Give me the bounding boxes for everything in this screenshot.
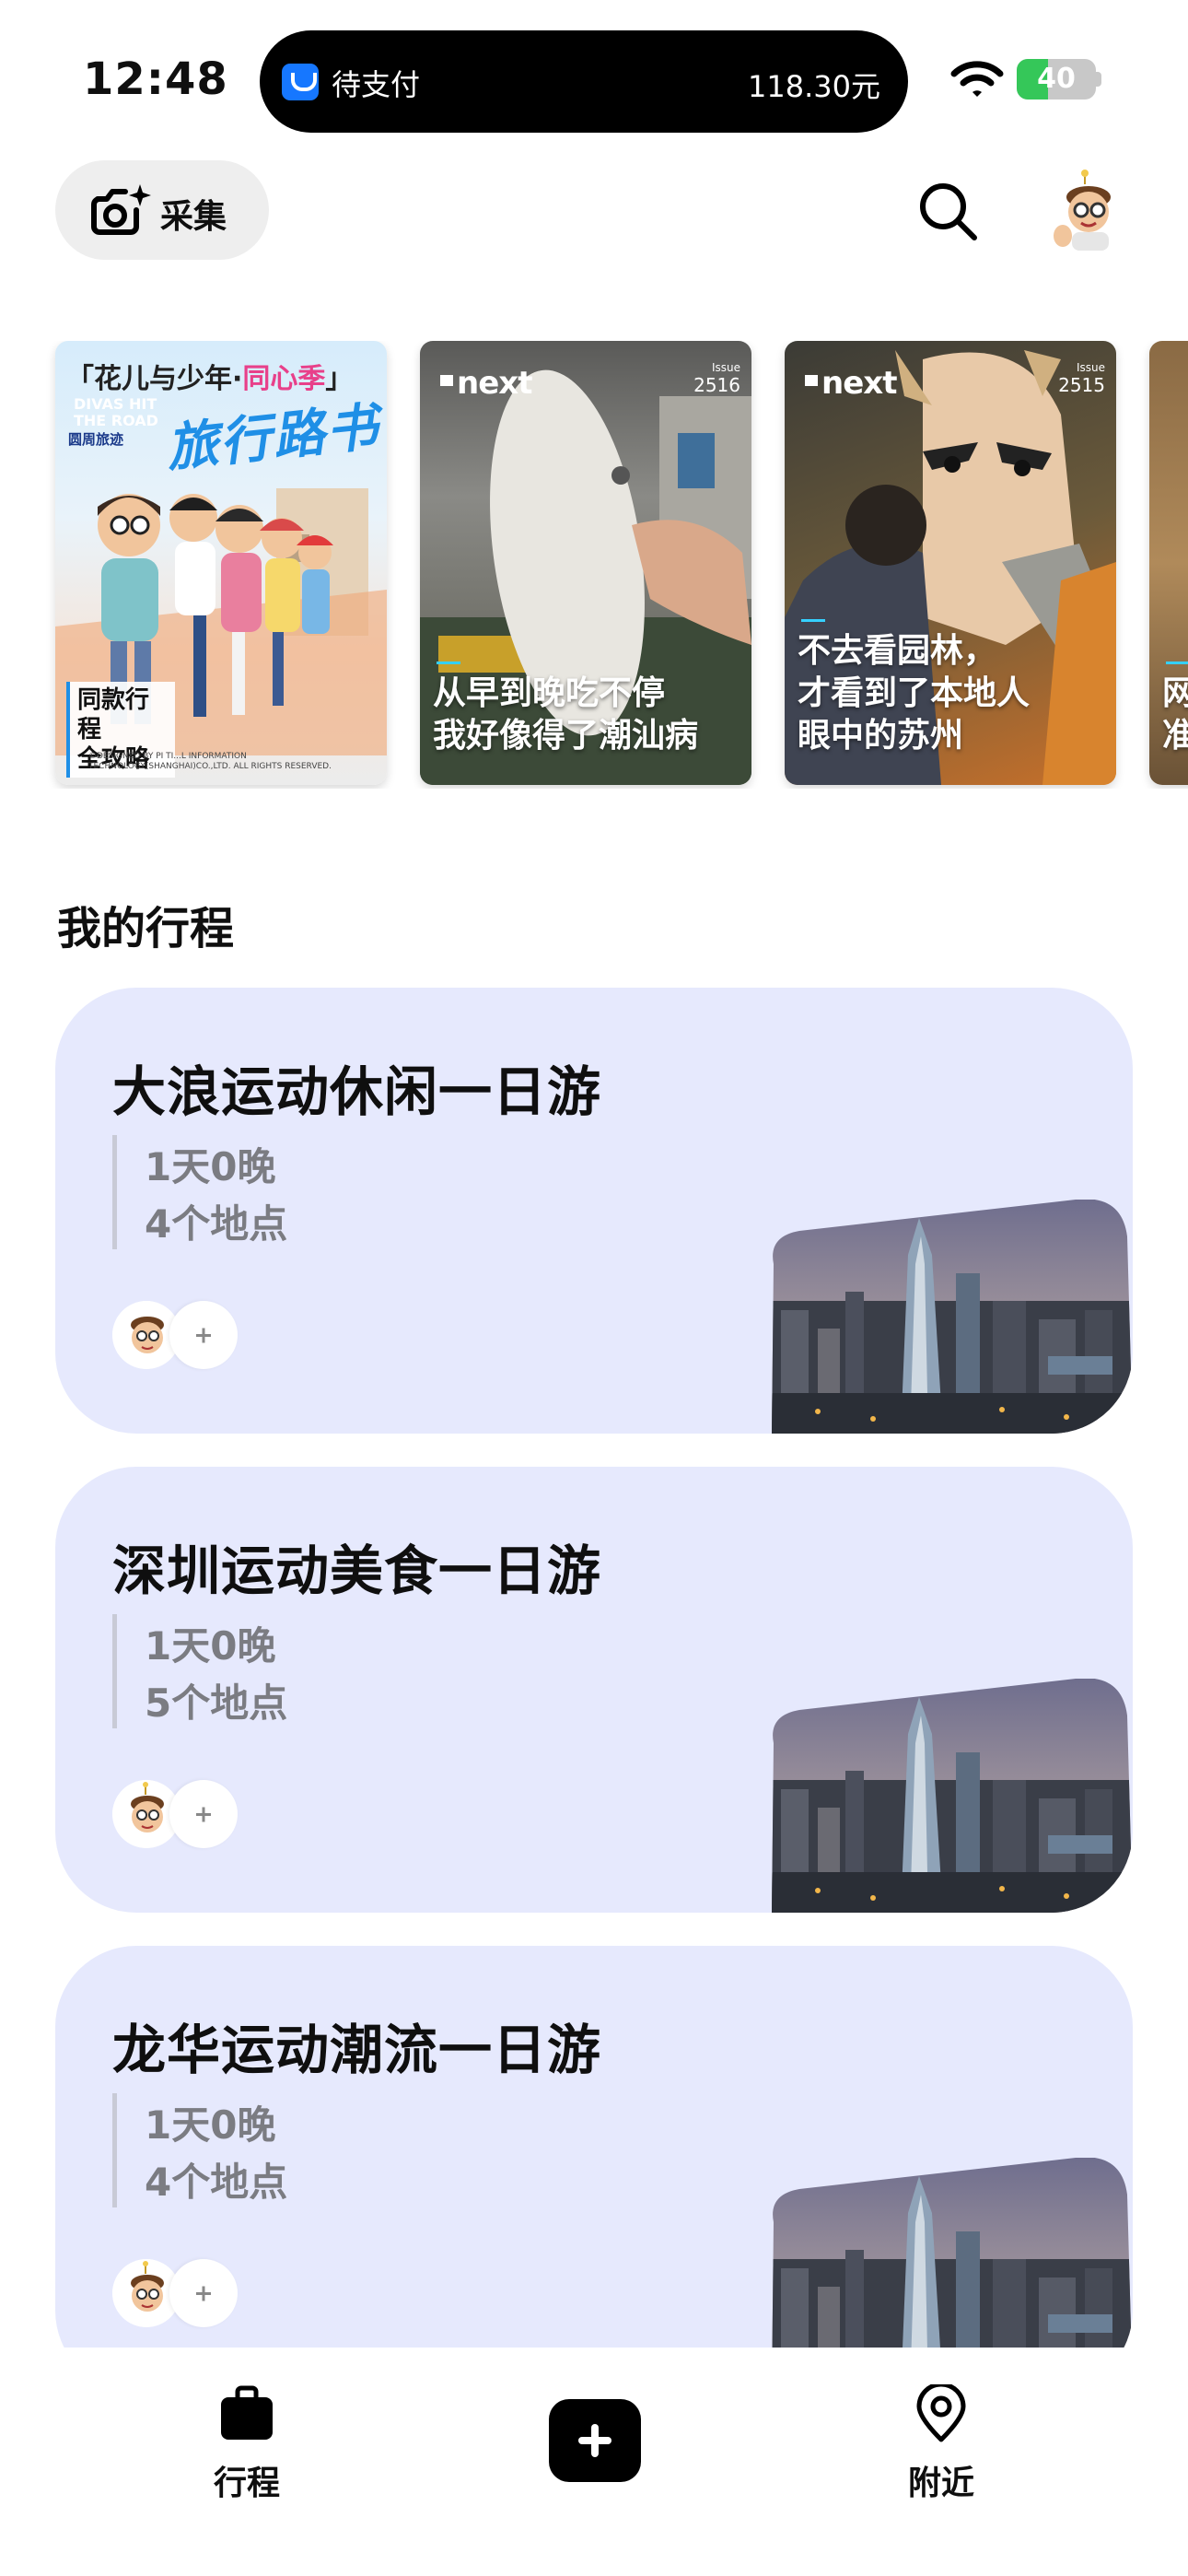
trip-meta: 1天0晚 4个地点 xyxy=(112,1135,287,1249)
trip-meta: 1天0晚 5个地点 xyxy=(112,1614,287,1728)
add-member-button[interactable] xyxy=(169,1301,238,1369)
trip-card[interactable]: 大浪运动休闲一日游 1天0晚 4个地点 xyxy=(55,988,1133,1434)
location-pin-icon xyxy=(916,2384,966,2442)
bottom-tab-bar: 行程 附近 xyxy=(0,2348,1188,2576)
trip-title: 龙华运动潮流一日游 xyxy=(112,2019,602,2081)
ad-sub-text: DIVAS HIT THE ROAD xyxy=(74,395,158,429)
tab-trips-label: 行程 xyxy=(213,2465,280,2502)
magazine-card-ad[interactable]: 「花儿与少年·同心季」 DIVAS HIT THE ROAD 圆周旅迹 旅行路书 … xyxy=(55,341,387,785)
ad-brand: 圆周旅迹 xyxy=(68,431,124,448)
tab-nearby[interactable]: 附近 xyxy=(868,2384,1015,2504)
magazine-card-2515[interactable]: next Issue 2515 不去看园林， 才看到了本地人 眼中的苏州 xyxy=(785,341,1116,785)
ad-header: 「花儿与少年·同心季」 xyxy=(66,363,354,395)
magazine-issue-label: Issue xyxy=(711,361,740,374)
tab-trips[interactable]: 行程 xyxy=(173,2384,320,2504)
magazine-issue: 2515 xyxy=(1058,374,1105,396)
accent-line xyxy=(801,619,825,622)
battery-indicator: 40 xyxy=(1017,59,1101,100)
trip-title: 大浪运动休闲一日游 xyxy=(112,1060,602,1123)
magazine-issue: 2516 xyxy=(693,374,740,396)
collect-button[interactable]: 采集 xyxy=(55,160,269,260)
add-member-button[interactable] xyxy=(169,2259,238,2327)
alipay-app-icon xyxy=(282,64,319,100)
trip-meta: 1天0晚 4个地点 xyxy=(112,2093,287,2207)
magazine-title: 从早到晚吃不停 我好像得了潮汕病 xyxy=(433,674,699,755)
magazine-card-partial[interactable]: 网准 xyxy=(1149,341,1188,785)
collect-label: 采集 xyxy=(160,198,227,236)
magazine-title: 不去看园林， 才看到了本地人 眼中的苏州 xyxy=(798,632,1031,755)
accent-line xyxy=(437,662,460,664)
battery-level: 40 xyxy=(1037,63,1076,95)
add-trip-button[interactable] xyxy=(549,2399,641,2482)
status-bar: 12:48 待支付 118.30元 40 xyxy=(0,0,1188,147)
trip-places-count: 5个地点 xyxy=(145,1680,288,1726)
live-activity-amount: 118.30元 xyxy=(748,69,880,104)
ad-copyright: ©DESIGNED BY PI TI...L INFORMATION TECHN… xyxy=(88,752,332,771)
wifi-icon xyxy=(950,61,1004,97)
magazine-card-2516[interactable]: next Issue 2516 从早到晚吃不停 我好像得了潮汕病 xyxy=(420,341,751,785)
magazine-brand: next xyxy=(440,365,532,402)
trip-cover-photo xyxy=(772,1200,1133,1434)
section-title-my-trips: 我的行程 xyxy=(57,903,235,954)
trip-title: 深圳运动美食一日游 xyxy=(112,1540,602,1602)
accent-line xyxy=(1166,662,1188,664)
tab-nearby-label: 附近 xyxy=(907,2465,974,2502)
magazine-title: 网准 xyxy=(1162,674,1188,755)
status-time: 12:48 xyxy=(83,53,228,105)
magazine-carousel[interactable]: 「花儿与少年·同心季」 DIVAS HIT THE ROAD 圆周旅迹 旅行路书 … xyxy=(0,341,1188,789)
trip-duration: 1天0晚 xyxy=(145,2102,276,2148)
trip-duration: 1天0晚 xyxy=(145,1144,276,1189)
live-activity-label: 待支付 xyxy=(332,67,421,102)
search-icon[interactable] xyxy=(917,181,980,243)
magazine-brand: next xyxy=(805,365,897,402)
trip-places-count: 4个地点 xyxy=(145,2160,288,2205)
trip-card[interactable]: 深圳运动美食一日游 1天0晚 5个地点 xyxy=(55,1467,1133,1913)
briefcase-icon xyxy=(221,2385,273,2440)
live-activity-island[interactable]: 待支付 118.30元 xyxy=(260,30,908,133)
trip-card[interactable]: 龙华运动潮流一日游 1天0晚 4个地点 xyxy=(55,1946,1133,2392)
trip-places-count: 4个地点 xyxy=(145,1201,288,1247)
magazine-issue-label: Issue xyxy=(1076,361,1105,374)
camera-sparkle-icon xyxy=(91,184,151,235)
trip-duration: 1天0晚 xyxy=(145,1623,276,1669)
avatar[interactable] xyxy=(1050,170,1124,251)
trip-cover-photo xyxy=(772,1679,1133,1913)
add-member-button[interactable] xyxy=(169,1780,238,1848)
